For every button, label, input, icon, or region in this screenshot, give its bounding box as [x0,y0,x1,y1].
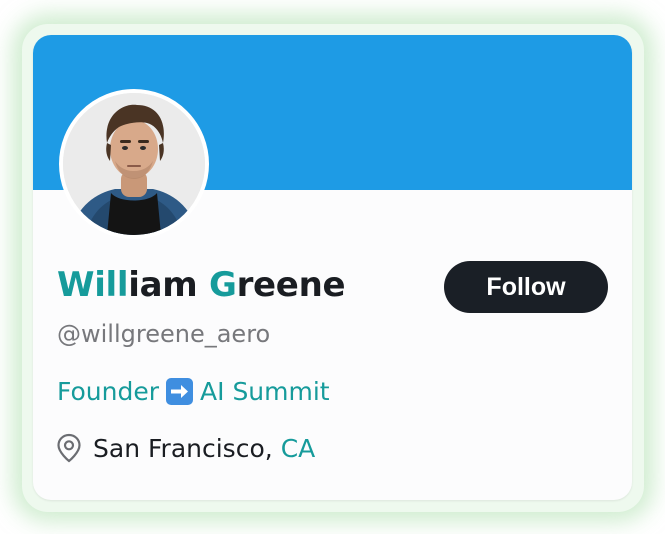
avatar-photo [63,93,205,235]
map-pin-icon [55,433,83,463]
location-region: CA [280,433,316,463]
profile-bio: Founder AI Summit [57,377,330,406]
avatar[interactable] [59,89,209,239]
name-highlight-first: Will [57,265,129,305]
name-highlight-last: G [208,265,237,305]
bio-role: Founder [57,377,160,406]
location-city: San Francisco, [93,433,273,463]
name-rest-last: reene [236,265,346,305]
follow-button[interactable]: Follow [444,261,608,313]
bio-org[interactable]: AI Summit [200,377,330,406]
profile-card: William Greene Follow @willgreene_aero F… [33,35,632,500]
profile-name: William Greene [57,265,346,305]
profile-handle[interactable]: @willgreene_aero [57,320,270,348]
name-space [197,265,209,305]
name-rest-first: iam [128,265,198,305]
profile-location: San Francisco, CA [55,433,315,463]
right-arrow-icon [166,378,194,405]
